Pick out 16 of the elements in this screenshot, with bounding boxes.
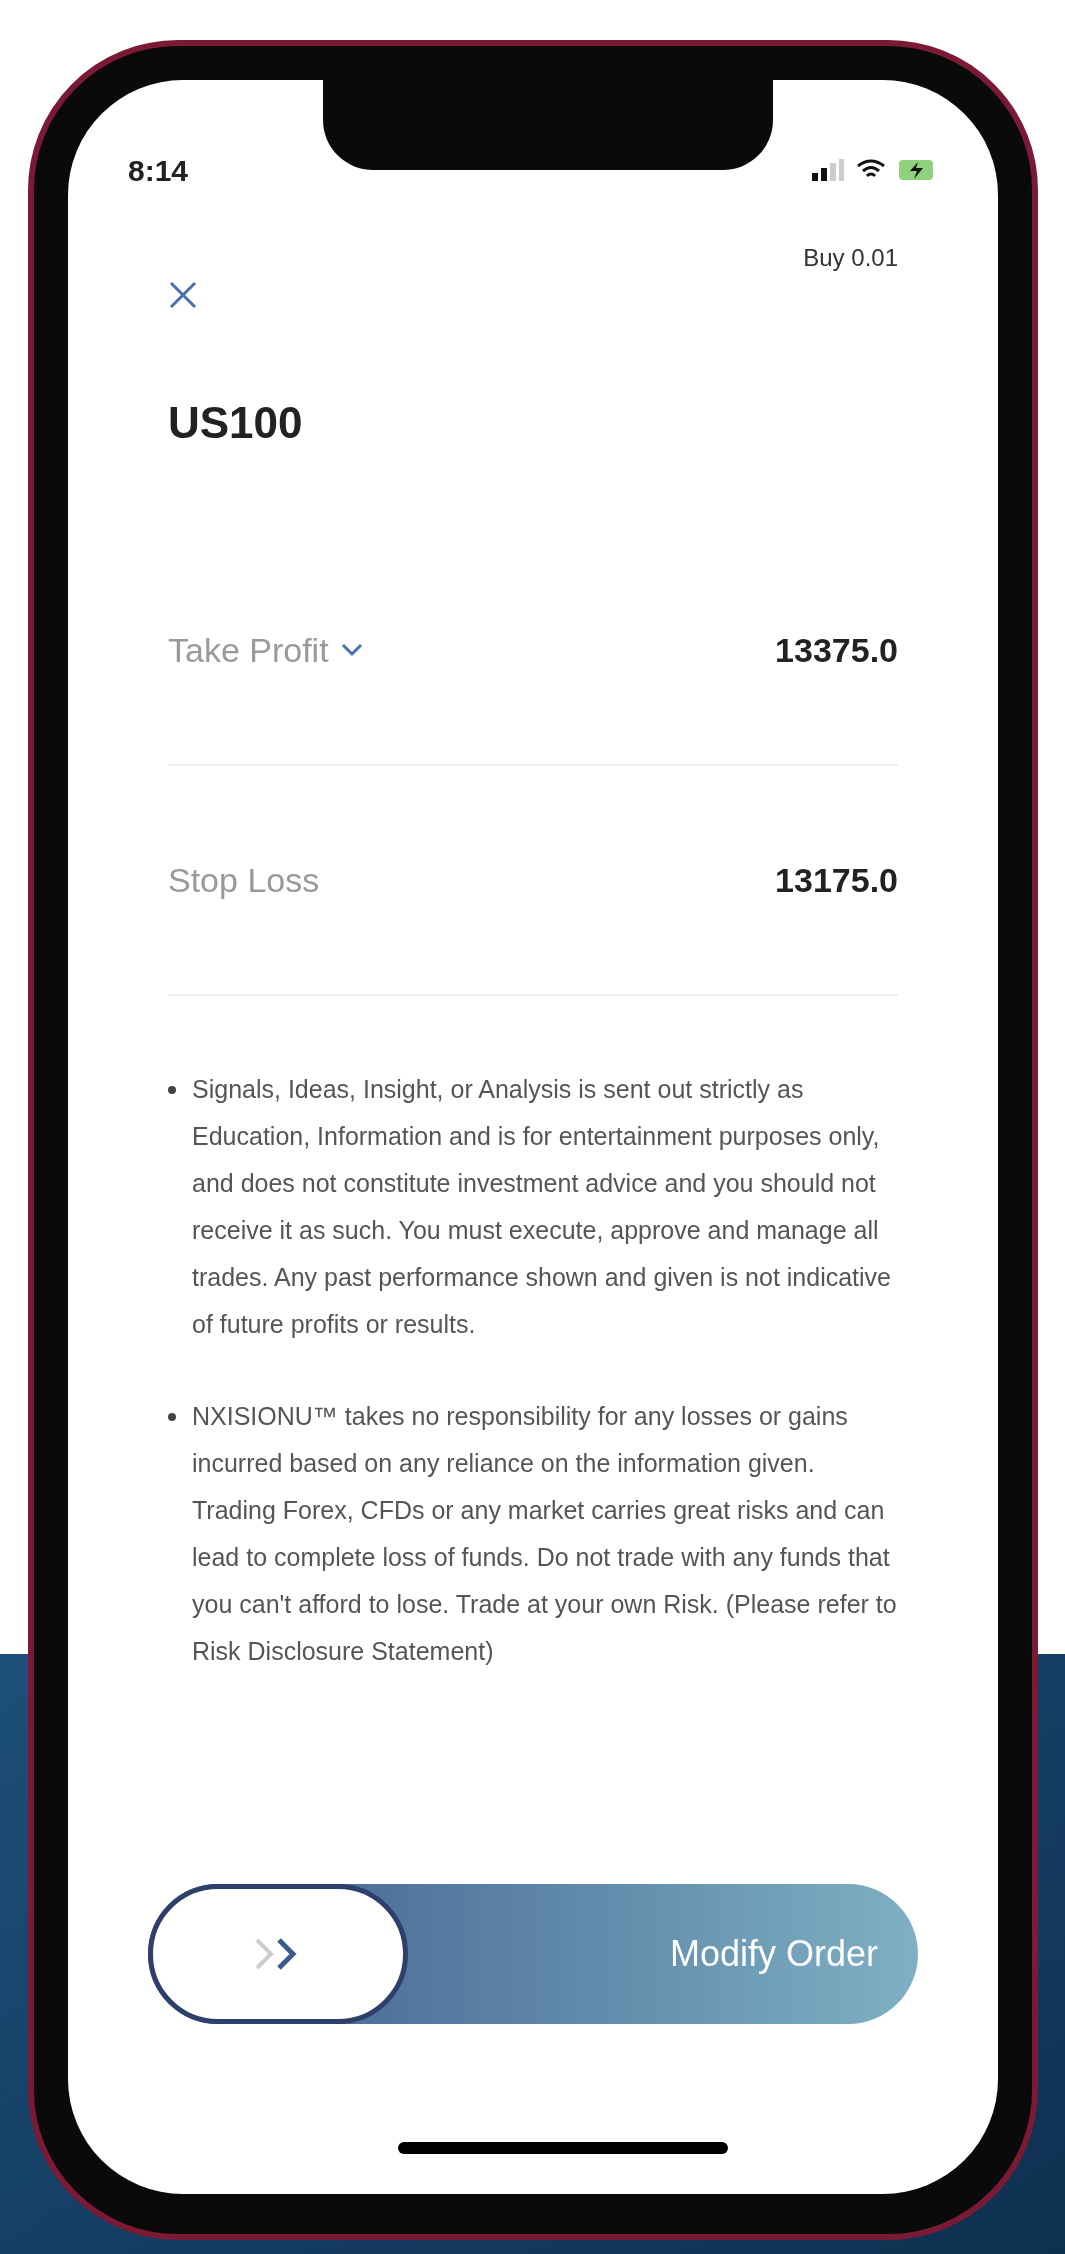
bullet-icon: [168, 1413, 176, 1421]
disclaimer-text: Signals, Ideas, Insight, or Analysis is sent out strictly as Education, Information and is for entertainment purposes only, and does not constitute investment advice and you should not receive it as such. You must execute, approve and manage all trades. Any past performance shown and given is not indicative of future profits or results.: [192, 1074, 892, 1340]
status-time: 8:14: [128, 152, 189, 189]
close-icon[interactable]: [168, 280, 198, 310]
slider-label: Modify Order: [669, 1932, 878, 1976]
field-value: 13375.0: [775, 629, 898, 671]
bullet-icon: [168, 1086, 176, 1094]
field-value: 13175.0: [775, 859, 898, 901]
order-size: Buy 0.01: [803, 243, 898, 273]
symbol-title: US100: [168, 397, 304, 449]
disclaimer-text: NXISIONU™ takes no responsibility for any losses or gains incurred based on any reliance on the information given. Trading Forex, CFDs or any market carries great risks and can lead to complete loss of funds. Do not trade with any funds that you can't afford to lose. Trade at your own Risk. (Please refer to Risk Disclosure Statement): [192, 1401, 898, 1667]
chevron-down-icon[interactable]: [340, 643, 363, 657]
swipe-slider[interactable]: Modify Order: [148, 1884, 918, 2024]
signal-icon: [812, 159, 844, 181]
field-label: Stop Loss: [168, 859, 320, 901]
field-label: Take Profit: [168, 629, 329, 671]
